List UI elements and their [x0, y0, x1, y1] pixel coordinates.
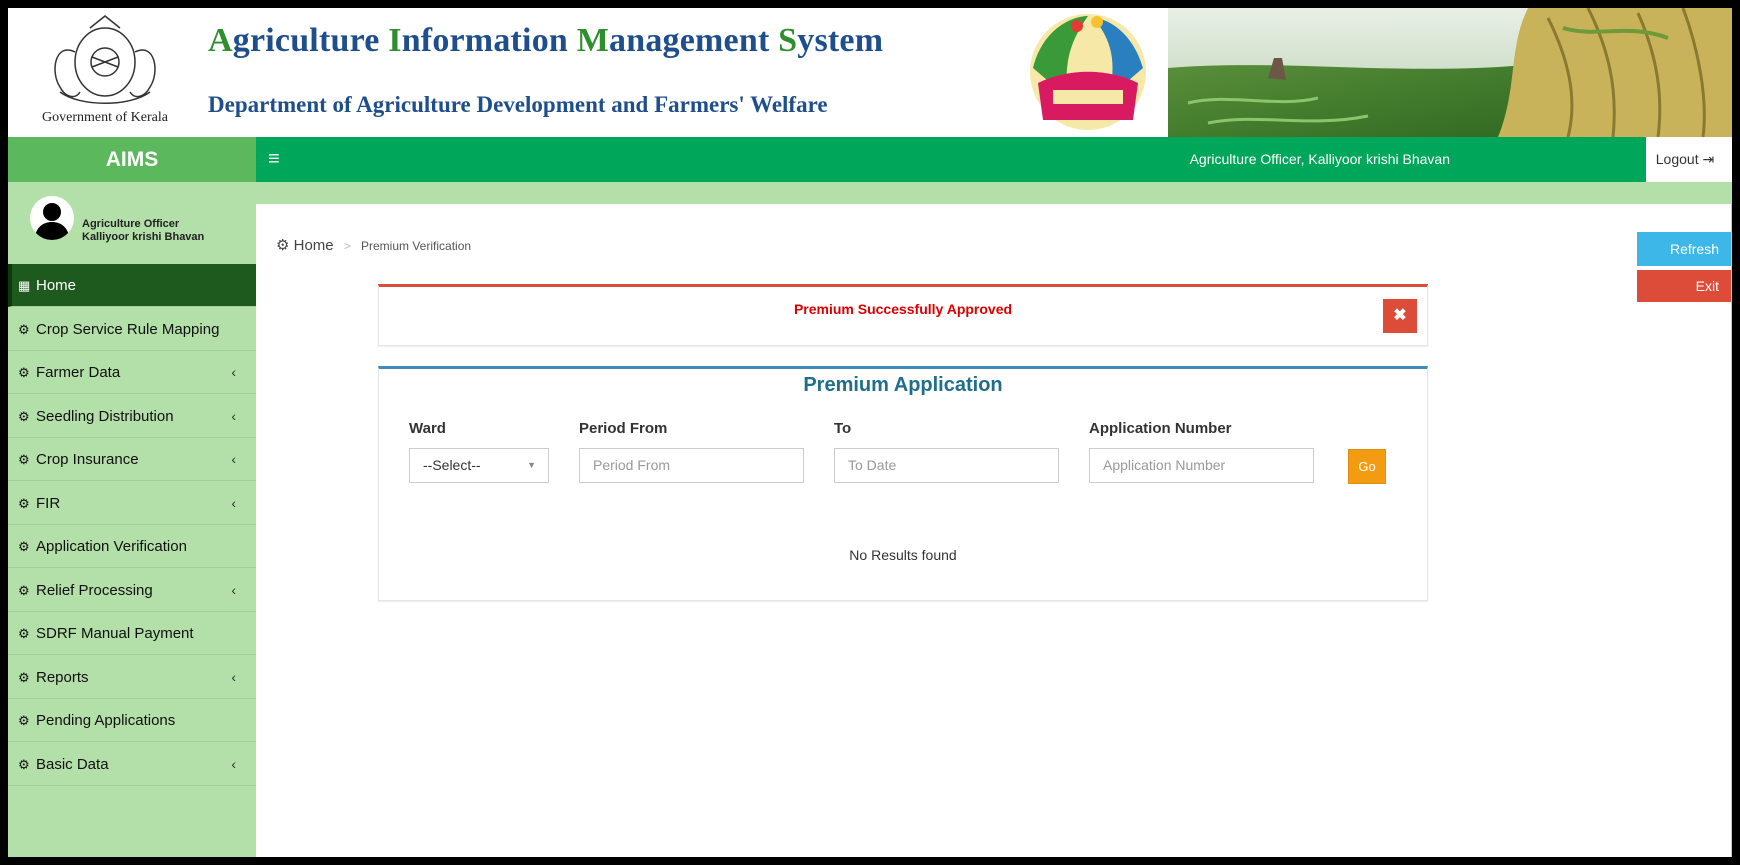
sidebar-item-label: Reports: [36, 668, 89, 686]
dashboard-icon: ⚙: [18, 713, 30, 728]
user-info: Agriculture Officer Kalliyoor krishi Bha…: [82, 218, 204, 244]
dashboard-icon: ⚙: [18, 539, 30, 554]
alert-message: Premium Successfully Approved: [793, 301, 1013, 317]
sidebar-item-label: Crop Service Rule Mapping: [36, 320, 220, 338]
refresh-button[interactable]: Refresh: [1637, 232, 1731, 266]
breadcrumb-home[interactable]: Home: [294, 237, 334, 254]
chevron-left-icon: ‹: [231, 755, 236, 772]
site-title: Agriculture Information Management Syste…: [208, 22, 883, 60]
menu-toggle-icon[interactable]: ≡: [268, 149, 280, 169]
exit-button[interactable]: Exit: [1637, 270, 1731, 302]
sidebar-item[interactable]: ▦ Home: [8, 264, 256, 307]
chevron-left-icon: ‹: [231, 581, 236, 598]
sidebar-item-label: SDRF Manual Payment: [36, 625, 194, 642]
ward-select-value: --Select--: [423, 457, 481, 473]
dashboard-icon: ⚙: [18, 756, 30, 772]
sidebar: Agriculture Officer Kalliyoor krishi Bha…: [8, 182, 256, 857]
sidebar-item-label: Pending Applications: [36, 712, 176, 729]
user-menu[interactable]: Agriculture Officer, Kalliyoor krishi Bh…: [1190, 137, 1450, 182]
sidebar-item-label: Basic Data: [36, 755, 109, 773]
content-header-strip: [256, 182, 1732, 204]
sidebar-item-label: Relief Processing: [36, 581, 153, 599]
period-from-input[interactable]: Period From: [579, 448, 804, 483]
side-actions: Refresh Exit: [1637, 232, 1731, 308]
go-button[interactable]: Go: [1348, 449, 1386, 484]
emblem-caption: Government of Kerala: [42, 110, 168, 125]
dashboard-icon: ⚙: [18, 365, 30, 380]
app-window: Government of Kerala Agriculture Informa…: [8, 8, 1732, 857]
logout-button[interactable]: Logout ⇥: [1646, 142, 1724, 177]
main-content: ⚙ Home > Premium Verification Refresh Ex…: [256, 182, 1732, 857]
dashboard-icon: ⚙: [18, 321, 30, 337]
title-part: ystem: [797, 22, 884, 59]
title-part: nformation: [401, 22, 577, 59]
site-subtitle: Department of Agriculture Development an…: [208, 92, 828, 117]
title-part: griculture: [232, 22, 389, 59]
title-initial: A: [208, 22, 233, 59]
avatar: [30, 196, 74, 240]
user-icon: [34, 203, 70, 240]
brand-logo[interactable]: AIMS: [8, 137, 256, 182]
close-icon[interactable]: ✖: [1383, 299, 1417, 333]
sidebar-item-label: Seedling Distribution: [36, 407, 174, 425]
sidebar-item-label: FIR: [36, 494, 61, 512]
to-label: To: [834, 420, 852, 437]
dashboard-icon: ⚙: [18, 582, 30, 598]
sign-out-icon: ⇥: [1702, 151, 1715, 167]
success-alert: Premium Successfully Approved ✖: [378, 284, 1428, 346]
subhiksha-keralam-logo: [1030, 14, 1146, 130]
title-initial: S: [778, 22, 798, 59]
breadcrumb-current: Premium Verification: [361, 239, 472, 253]
chevron-left-icon: ‹: [231, 494, 236, 511]
sidebar-item[interactable]: ⚙ Pending Applications: [8, 699, 256, 742]
sidebar-item[interactable]: ⚙ SDRF Manual Payment: [8, 612, 256, 655]
paddy-field-banner: [1168, 8, 1732, 137]
title-initial: M: [576, 22, 610, 59]
chevron-left-icon: ‹: [231, 407, 236, 424]
grid-icon: ▦: [18, 278, 31, 293]
user-panel: Agriculture Officer Kalliyoor krishi Bha…: [8, 182, 256, 264]
user-office: Kalliyoor krishi Bhavan: [82, 231, 205, 243]
sidebar-item-label: Farmer Data: [36, 364, 121, 381]
top-navbar: ≡ Agriculture Officer, Kalliyoor krishi …: [256, 137, 1732, 182]
title-part: anagement: [609, 22, 779, 59]
sidebar-item[interactable]: ⚙ Crop Service Rule Mapping: [8, 308, 256, 351]
sidebar-item-label: Application Verification: [36, 538, 187, 555]
sidebar-item[interactable]: ⚙ FIR ‹: [8, 482, 256, 525]
chevron-left-icon: ‹: [231, 364, 236, 380]
premium-application-panel: Premium Application Ward Period From To …: [378, 366, 1428, 601]
application-number-input[interactable]: Application Number: [1089, 448, 1314, 483]
caret-down-icon: ▼: [527, 460, 536, 470]
sidebar-item[interactable]: ⚙ Relief Processing ‹: [8, 569, 256, 612]
dashboard-icon: ⚙: [276, 237, 290, 254]
title-initial: I: [388, 22, 402, 59]
dashboard-icon: ⚙: [18, 626, 30, 641]
sidebar-item[interactable]: ⚙ Crop Insurance ‹: [8, 438, 256, 481]
sidebar-item[interactable]: ⚙ Farmer Data ‹: [8, 351, 256, 394]
ward-select[interactable]: --Select-- ▼: [409, 448, 549, 483]
logout-label: Logout: [1655, 151, 1699, 167]
user-role: Agriculture Officer: [82, 218, 180, 230]
sidebar-item[interactable]: ⚙ Basic Data ‹: [8, 743, 256, 786]
sidebar-item-label: Crop Insurance: [36, 451, 139, 468]
sidebar-item[interactable]: ⚙ Reports ‹: [8, 656, 256, 699]
dashboard-icon: ⚙: [18, 452, 30, 467]
chevron-left-icon: ‹: [231, 668, 236, 685]
application-number-label: Application Number: [1089, 420, 1232, 437]
sidebar-item[interactable]: ⚙ Seedling Distribution ‹: [8, 395, 256, 438]
sidebar-item[interactable]: ⚙ Application Verification: [8, 525, 256, 568]
dashboard-icon: ⚙: [18, 495, 30, 511]
chevron-left-icon: ‹: [231, 451, 236, 467]
ward-label: Ward: [409, 420, 446, 437]
empty-state-message: No Results found: [849, 547, 957, 563]
period-from-label: Period From: [579, 420, 668, 437]
panel-title: Premium Application: [803, 374, 1003, 396]
to-date-input[interactable]: To Date: [834, 448, 1059, 483]
sidebar-item-label: Home: [36, 277, 77, 294]
dashboard-icon: ⚙: [18, 669, 30, 685]
breadcrumb-separator: >: [343, 239, 351, 253]
dashboard-icon: ⚙: [18, 408, 30, 424]
site-header: Government of Kerala Agriculture Informa…: [8, 8, 1732, 137]
breadcrumb: ⚙ Home > Premium Verification: [276, 236, 471, 254]
